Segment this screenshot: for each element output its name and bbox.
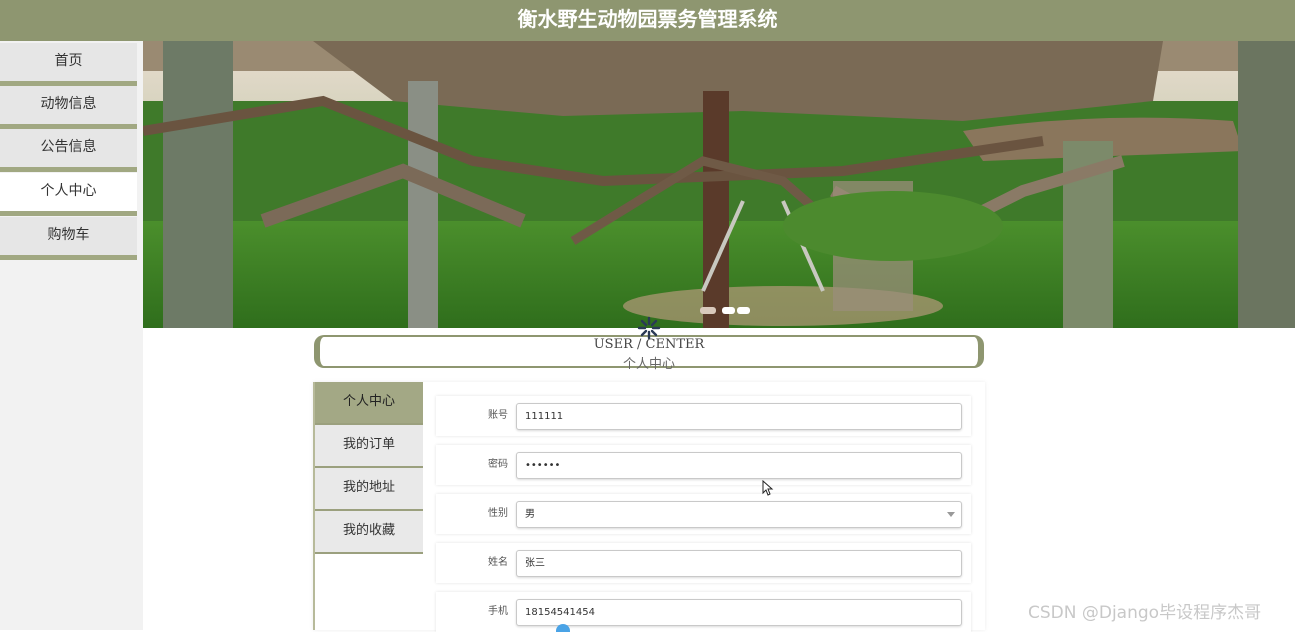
section-title-cn: 个人中心	[622, 357, 675, 372]
carousel-dot-1[interactable]	[700, 307, 716, 314]
account-input[interactable]: 111111	[516, 403, 962, 430]
floating-button-icon[interactable]	[556, 624, 570, 632]
form-row-password: 密码 ••••••	[436, 445, 971, 485]
sidebar-item-cart[interactable]: 购物车	[0, 217, 137, 260]
sidebar: 首页 动物信息 公告信息 个人中心 购物车	[0, 41, 143, 630]
sidebar-item-notices[interactable]: 公告信息	[0, 129, 137, 172]
phone-input[interactable]: 18154541454	[516, 599, 962, 626]
gender-value: 男	[525, 509, 535, 520]
chevron-down-icon	[947, 512, 955, 517]
form-row-phone: 手机 18154541454	[436, 592, 971, 632]
app-header: 衡水野生动物园票务管理系统	[0, 0, 1295, 41]
password-input[interactable]: ••••••	[516, 452, 962, 479]
form-row-gender: 性别 男	[436, 494, 971, 534]
user-menu-profile[interactable]: 个人中心	[315, 382, 423, 425]
name-input[interactable]: 张三	[516, 550, 962, 577]
password-label: 密码	[488, 459, 508, 470]
form-row-name: 姓名 张三	[436, 543, 971, 583]
account-label: 账号	[488, 410, 508, 421]
user-menu: 个人中心 我的订单 我的地址 我的收藏	[313, 382, 423, 630]
sidebar-item-user-center[interactable]: 个人中心	[0, 173, 137, 216]
name-label: 姓名	[488, 557, 508, 568]
app-title: 衡水野生动物园票务管理系统	[517, 7, 778, 31]
user-menu-address[interactable]: 我的地址	[315, 468, 423, 511]
user-menu-orders[interactable]: 我的订单	[315, 425, 423, 468]
form-row-account: 账号 111111	[436, 396, 971, 436]
sidebar-item-animals[interactable]: 动物信息	[0, 86, 137, 129]
gender-select[interactable]: 男	[516, 501, 962, 528]
loading-spinner-icon	[637, 316, 661, 340]
carousel-dot-3[interactable]	[737, 307, 750, 314]
banner-carousel[interactable]	[143, 41, 1295, 328]
user-menu-favorites[interactable]: 我的收藏	[315, 511, 423, 554]
sidebar-item-home[interactable]: 首页	[0, 43, 137, 86]
carousel-dot-2[interactable]	[722, 307, 735, 314]
user-center-panel: 个人中心 我的订单 我的地址 我的收藏 账号 111111 密码 •••••• …	[313, 382, 985, 632]
gender-label: 性别	[488, 508, 508, 519]
watermark: CSDN @Django毕设程序杰哥	[1028, 603, 1262, 623]
phone-label: 手机	[488, 606, 508, 617]
banner-image	[143, 41, 1295, 328]
mouse-cursor-icon	[762, 480, 774, 496]
